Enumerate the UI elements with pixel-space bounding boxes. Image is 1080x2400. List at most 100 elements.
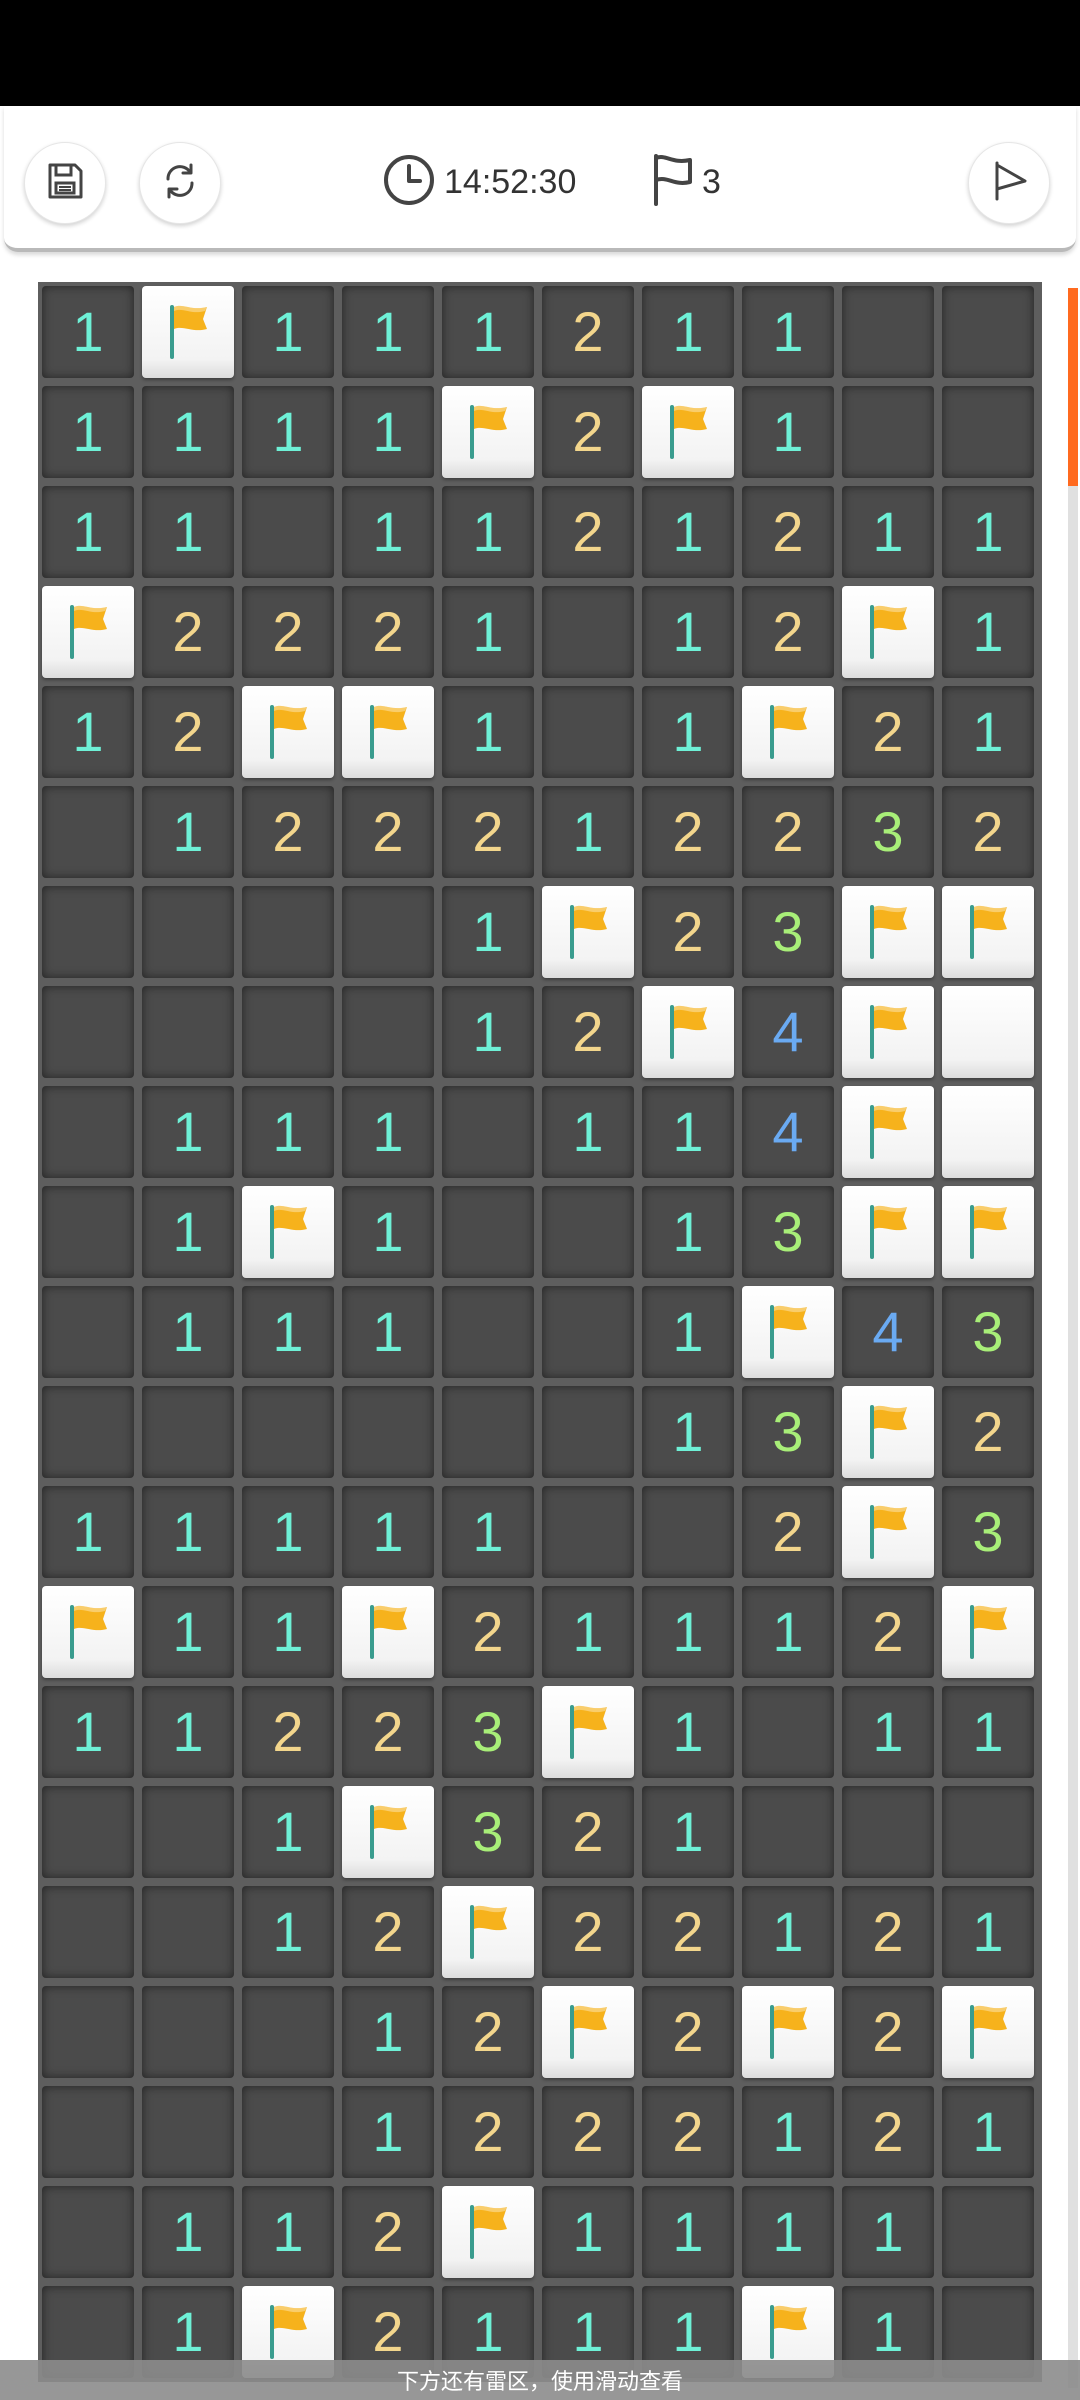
empty-cell[interactable] xyxy=(938,2182,1038,2282)
number-cell[interactable]: 1 xyxy=(238,1082,338,1182)
number-cell[interactable]: 1 xyxy=(638,482,738,582)
flagged-cell[interactable] xyxy=(338,1782,438,1882)
flagged-cell[interactable] xyxy=(438,1882,538,1982)
flagged-cell[interactable] xyxy=(938,882,1038,982)
number-cell[interactable]: 2 xyxy=(838,1882,938,1982)
play-button[interactable] xyxy=(968,142,1050,224)
number-cell[interactable]: 2 xyxy=(538,282,638,382)
flagged-cell[interactable] xyxy=(338,682,438,782)
empty-cell[interactable] xyxy=(38,1082,138,1182)
number-cell[interactable]: 1 xyxy=(938,2082,1038,2182)
number-cell[interactable]: 2 xyxy=(738,582,838,682)
flagged-cell[interactable] xyxy=(838,1382,938,1482)
number-cell[interactable]: 2 xyxy=(238,782,338,882)
number-cell[interactable]: 3 xyxy=(938,1482,1038,1582)
number-cell[interactable]: 4 xyxy=(838,1282,938,1382)
number-cell[interactable]: 3 xyxy=(838,782,938,882)
empty-cell[interactable] xyxy=(538,1182,638,1282)
flagged-cell[interactable] xyxy=(738,1982,838,2082)
number-cell[interactable]: 1 xyxy=(238,1582,338,1682)
empty-cell[interactable] xyxy=(238,482,338,582)
number-cell[interactable]: 1 xyxy=(938,582,1038,682)
number-cell[interactable]: 3 xyxy=(438,1682,538,1782)
number-cell[interactable]: 1 xyxy=(38,1682,138,1782)
flagged-cell[interactable] xyxy=(538,1982,638,2082)
number-cell[interactable]: 1 xyxy=(338,1082,438,1182)
empty-cell[interactable] xyxy=(738,1782,838,1882)
empty-cell[interactable] xyxy=(838,1782,938,1882)
empty-cell[interactable] xyxy=(38,982,138,1082)
number-cell[interactable]: 1 xyxy=(538,2182,638,2282)
empty-cell[interactable] xyxy=(438,1282,538,1382)
empty-cell[interactable] xyxy=(38,1882,138,1982)
number-cell[interactable]: 1 xyxy=(638,682,738,782)
empty-cell[interactable] xyxy=(38,1182,138,1282)
empty-cell[interactable] xyxy=(138,1782,238,1882)
number-cell[interactable]: 1 xyxy=(138,1282,238,1382)
number-cell[interactable]: 1 xyxy=(638,282,738,382)
flagged-cell[interactable] xyxy=(738,1282,838,1382)
empty-cell[interactable] xyxy=(38,2182,138,2282)
flagged-cell[interactable] xyxy=(238,1182,338,1282)
number-cell[interactable]: 1 xyxy=(738,2082,838,2182)
number-cell[interactable]: 1 xyxy=(638,1382,738,1482)
empty-cell[interactable] xyxy=(238,982,338,1082)
number-cell[interactable]: 1 xyxy=(838,1682,938,1782)
empty-cell[interactable] xyxy=(238,1982,338,2082)
number-cell[interactable]: 1 xyxy=(438,482,538,582)
number-cell[interactable]: 1 xyxy=(38,282,138,382)
number-cell[interactable]: 2 xyxy=(338,782,438,882)
number-cell[interactable]: 1 xyxy=(138,1182,238,1282)
number-cell[interactable]: 2 xyxy=(838,682,938,782)
number-cell[interactable]: 2 xyxy=(638,882,738,982)
empty-cell[interactable] xyxy=(438,1382,538,1482)
empty-cell[interactable] xyxy=(438,1082,538,1182)
empty-cell[interactable] xyxy=(838,282,938,382)
number-cell[interactable]: 1 xyxy=(338,2082,438,2182)
number-cell[interactable]: 1 xyxy=(338,1282,438,1382)
number-cell[interactable]: 3 xyxy=(438,1782,538,1882)
number-cell[interactable]: 1 xyxy=(338,1982,438,2082)
empty-cell[interactable] xyxy=(138,1882,238,1982)
empty-cell[interactable] xyxy=(38,882,138,982)
number-cell[interactable]: 2 xyxy=(138,582,238,682)
empty-cell[interactable] xyxy=(38,782,138,882)
scrollbar-thumb[interactable] xyxy=(1068,288,1078,486)
flagged-cell[interactable] xyxy=(838,1182,938,1282)
number-cell[interactable]: 1 xyxy=(38,482,138,582)
number-cell[interactable]: 1 xyxy=(438,682,538,782)
flagged-cell[interactable] xyxy=(438,2182,538,2282)
number-cell[interactable]: 1 xyxy=(38,682,138,782)
empty-cell[interactable] xyxy=(938,282,1038,382)
number-cell[interactable]: 1 xyxy=(138,482,238,582)
number-cell[interactable]: 1 xyxy=(838,482,938,582)
number-cell[interactable]: 1 xyxy=(138,1082,238,1182)
number-cell[interactable]: 2 xyxy=(538,482,638,582)
empty-cell[interactable] xyxy=(538,1382,638,1482)
empty-cell[interactable] xyxy=(38,1282,138,1382)
number-cell[interactable]: 1 xyxy=(738,2182,838,2282)
number-cell[interactable]: 1 xyxy=(638,2182,738,2282)
number-cell[interactable]: 1 xyxy=(938,1882,1038,1982)
number-cell[interactable]: 1 xyxy=(238,1482,338,1582)
number-cell[interactable]: 2 xyxy=(938,782,1038,882)
covered-cell[interactable] xyxy=(938,1082,1038,1182)
number-cell[interactable]: 2 xyxy=(338,582,438,682)
number-cell[interactable]: 2 xyxy=(638,1882,738,1982)
flagged-cell[interactable] xyxy=(638,982,738,1082)
flagged-cell[interactable] xyxy=(538,882,638,982)
number-cell[interactable]: 1 xyxy=(538,1582,638,1682)
empty-cell[interactable] xyxy=(138,982,238,1082)
number-cell[interactable]: 1 xyxy=(638,582,738,682)
number-cell[interactable]: 2 xyxy=(838,1982,938,2082)
number-cell[interactable]: 1 xyxy=(638,1682,738,1782)
flagged-cell[interactable] xyxy=(38,582,138,682)
flagged-cell[interactable] xyxy=(538,1682,638,1782)
number-cell[interactable]: 1 xyxy=(538,1082,638,1182)
flagged-cell[interactable] xyxy=(438,382,538,482)
empty-cell[interactable] xyxy=(838,382,938,482)
flagged-cell[interactable] xyxy=(938,1982,1038,2082)
number-cell[interactable]: 2 xyxy=(438,1982,538,2082)
number-cell[interactable]: 1 xyxy=(238,1882,338,1982)
number-cell[interactable]: 1 xyxy=(438,582,538,682)
